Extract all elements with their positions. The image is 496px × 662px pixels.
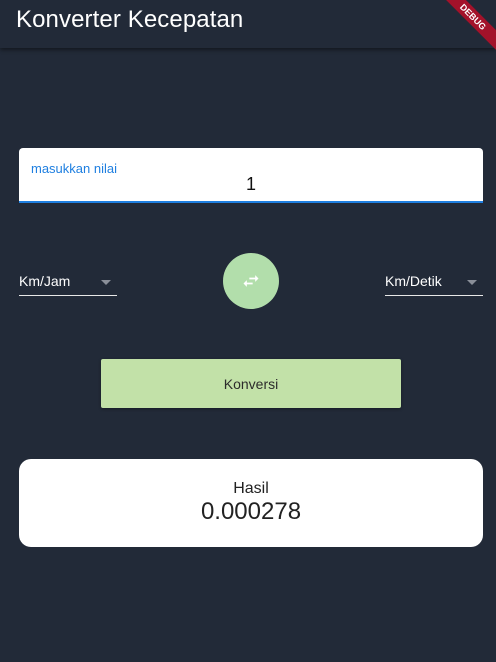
to-unit-dropdown[interactable]: Km/Detik xyxy=(385,268,483,296)
result-card: Hasil 0.000278 xyxy=(19,459,483,547)
from-unit-selected: Km/Jam xyxy=(19,273,71,289)
page-title: Konverter Kecepatan xyxy=(16,6,244,33)
result-value: 0.000278 xyxy=(200,498,302,525)
swap-horiz-icon xyxy=(243,275,259,287)
value-input-field[interactable]: masukkan nilai 1 xyxy=(19,148,483,203)
value-input-text[interactable]: 1 xyxy=(19,174,483,195)
convert-button[interactable]: Konversi xyxy=(101,359,401,408)
swap-units-button[interactable] xyxy=(223,253,279,309)
caret-down-icon xyxy=(101,280,111,285)
from-unit-dropdown[interactable]: Km/Jam xyxy=(19,268,117,296)
debug-banner: DEBUG xyxy=(436,0,496,60)
debug-ribbon-label: DEBUG xyxy=(436,0,496,54)
result-label: Hasil xyxy=(233,480,269,497)
app-bar: Konverter Kecepatan xyxy=(0,0,496,48)
to-unit-selected: Km/Detik xyxy=(385,273,442,289)
caret-down-icon xyxy=(467,280,477,285)
